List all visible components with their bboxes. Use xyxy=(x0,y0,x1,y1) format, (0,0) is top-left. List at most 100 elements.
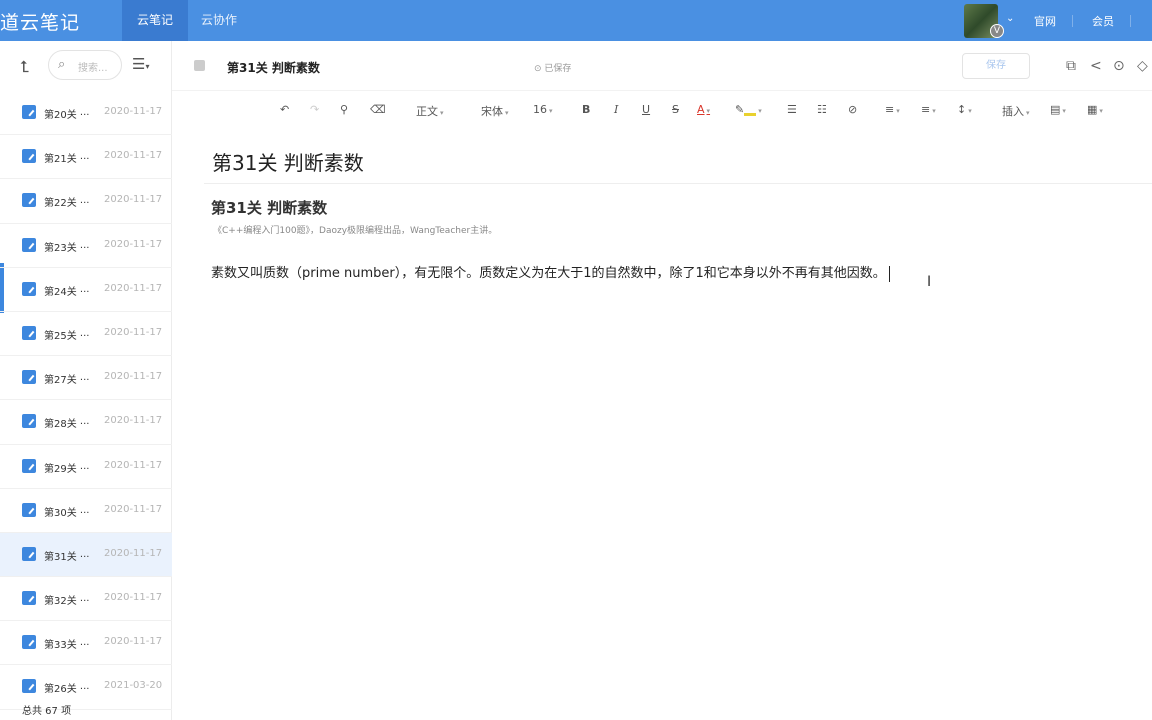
search-input[interactable]: ⌕ 搜索... xyxy=(48,50,122,80)
paragraph-style-value: 正文 xyxy=(416,105,438,118)
list-item[interactable]: 第21关 ··· 2020-11-17 xyxy=(0,135,172,180)
line-height-icon[interactable]: ↕ ▾ xyxy=(957,103,972,116)
menu-icon[interactable]: ☰▾ xyxy=(132,55,149,73)
bullet-list-icon[interactable]: ☰ xyxy=(787,103,797,116)
list-item[interactable]: 第25关 ··· 2020-11-17 xyxy=(0,312,172,357)
note-title: 第20关 ··· xyxy=(44,110,90,121)
note-icon xyxy=(22,414,36,429)
insert-menu[interactable]: 插入 ▾ xyxy=(1002,103,1030,119)
top-bar: 道云笔记 云笔记 云协作 V ⌄ 官网 会员 xyxy=(0,0,1152,41)
document-paragraph[interactable]: 素数又叫质数（prime number），有无限个。质数定义为在大于1的自然数中… xyxy=(211,262,890,282)
title-divider xyxy=(204,183,1152,184)
ibeam-cursor-icon: I xyxy=(927,274,932,290)
list-item[interactable]: 第32关 ··· 2020-11-17 xyxy=(0,577,172,622)
note-list: 第20关 ··· 2020-11-17 第21关 ··· 2020-11-17 第22关… xyxy=(0,91,172,710)
divider xyxy=(1072,15,1073,27)
format-painter-icon[interactable]: ⚲ xyxy=(340,103,348,116)
note-title: 第22关 ··· xyxy=(44,198,90,210)
note-icon xyxy=(22,502,36,517)
highlight-color-button[interactable]: ✎ ▾ xyxy=(735,103,762,116)
highlighter-icon: ✎ xyxy=(735,103,745,116)
note-date: 2020-11-17 xyxy=(104,459,163,471)
font-family-select[interactable]: 宋体 ▾ xyxy=(481,103,509,119)
table-icon[interactable]: ▦ ▾ xyxy=(1087,103,1103,116)
tag-icon[interactable]: ◇ xyxy=(1137,58,1148,74)
tab-cloud-notes[interactable]: 云笔记 xyxy=(122,0,189,41)
list-item[interactable]: 第20关 ··· 2020-11-17 xyxy=(0,91,172,136)
list-item[interactable]: 第24关 ··· 2020-11-17 xyxy=(0,268,172,312)
chevron-down-icon[interactable]: ⌄ xyxy=(1006,13,1014,24)
font-size-value: 16 xyxy=(533,103,547,116)
sidebar-toolbar: ⮤ ⌕ 搜索... ☰▾ xyxy=(0,41,172,91)
list-item[interactable]: 第31关 ··· 2020-11-17 xyxy=(0,532,172,578)
note-title: 第31关 ··· xyxy=(44,551,90,563)
share-icon[interactable]: < xyxy=(1090,58,1102,74)
font-color-label: A xyxy=(697,103,705,116)
document-title[interactable]: 第31关 判断素数 xyxy=(212,147,364,176)
note-date: 2020-11-17 xyxy=(104,592,163,604)
tab-cloud-collab[interactable]: 云协作 xyxy=(186,0,252,41)
note-title: 第21关 ··· xyxy=(44,154,90,166)
note-title: 第27关 ··· xyxy=(44,375,90,387)
note-title: 第29关 ··· xyxy=(44,463,90,475)
list-item[interactable]: 第27关 ··· 2020-11-17 xyxy=(0,356,172,401)
note-title: 第25关 ··· xyxy=(44,330,90,342)
list-item[interactable]: 第33关 ··· 2020-11-17 xyxy=(0,621,172,666)
note-icon xyxy=(22,237,36,252)
document-subtitle[interactable]: 《C++编程入门100题》，Daozy极限编程出品，WangTeacher主讲。 xyxy=(213,223,497,236)
template-icon[interactable]: ▤ ▾ xyxy=(1050,103,1066,116)
insert-menu-label: 插入 xyxy=(1002,105,1024,118)
list-item[interactable]: 第29关 ··· 2020-11-17 xyxy=(0,445,172,489)
note-icon xyxy=(22,546,36,561)
list-item[interactable]: 第22关 ··· 2020-11-17 xyxy=(0,179,172,224)
search-placeholder: 搜索... xyxy=(78,63,108,74)
align-icon[interactable]: ≡ ▾ xyxy=(885,103,900,116)
vip-badge: V xyxy=(990,24,1004,38)
note-title: 第26关 ··· xyxy=(44,684,90,696)
font-size-select[interactable]: 16 ▾ xyxy=(533,103,553,116)
strikethrough-button[interactable]: S xyxy=(672,103,679,116)
note-icon xyxy=(22,193,36,208)
font-color-button[interactable]: A ▾ xyxy=(697,103,710,116)
document-title-field[interactable]: 第31关 判断素数 xyxy=(227,59,320,76)
paragraph-style-select[interactable]: 正文 ▾ xyxy=(416,103,444,119)
note-date: 2020-11-17 xyxy=(104,415,163,427)
saved-status: ⊙ 已保存 xyxy=(534,64,572,74)
note-date: 2020-11-17 xyxy=(104,194,163,206)
note-date: 2020-11-17 xyxy=(104,150,163,162)
note-icon xyxy=(22,149,36,164)
list-item[interactable]: 第30关 ··· 2020-11-17 xyxy=(0,489,172,533)
redo-icon[interactable]: ↷ xyxy=(310,103,319,116)
official-site-link[interactable]: 官网 xyxy=(1034,13,1056,29)
bold-button[interactable]: B xyxy=(582,103,590,116)
up-arrow-icon[interactable]: ⮤ xyxy=(20,57,29,77)
font-family-value: 宋体 xyxy=(481,105,503,118)
note-title: 第23关 ··· xyxy=(44,242,90,254)
underline-button[interactable]: U xyxy=(642,103,650,116)
checklist-icon[interactable]: ⊘ xyxy=(848,103,857,116)
document-icon xyxy=(194,60,205,71)
note-sidebar: ⮤ ⌕ 搜索... ☰▾ 第20关 ··· 2020-11-17 第21关 ··· 2… xyxy=(0,41,172,720)
note-title: 第33关 ··· xyxy=(44,640,90,652)
note-date: 2020-11-17 xyxy=(104,282,163,294)
note-icon xyxy=(22,635,36,650)
copy-icon[interactable]: ⧉ xyxy=(1066,58,1076,74)
note-date: 2020-11-17 xyxy=(104,547,163,559)
list-item[interactable]: 第23关 ··· 2020-11-17 xyxy=(0,224,172,268)
undo-icon[interactable]: ↶ xyxy=(280,103,289,116)
text-cursor xyxy=(888,265,890,282)
document-heading[interactable]: 第31关 判断素数 xyxy=(211,197,327,218)
note-date: 2020-11-17 xyxy=(104,636,163,648)
save-button[interactable]: 保存 xyxy=(962,53,1030,79)
note-date: 2020-11-17 xyxy=(104,503,163,515)
italic-button[interactable]: I xyxy=(614,103,618,116)
note-icon xyxy=(22,591,36,606)
play-icon[interactable]: ⊙ xyxy=(1113,58,1125,74)
note-icon xyxy=(22,679,36,694)
clear-format-icon[interactable]: ⌫ xyxy=(370,103,386,116)
paragraph-text[interactable]: 素数又叫质数（prime number），有无限个。质数定义为在大于1的自然数中… xyxy=(211,266,886,281)
numbered-list-icon[interactable]: ☷ xyxy=(817,103,827,116)
indent-icon[interactable]: ≡ ▾ xyxy=(921,103,936,116)
list-item[interactable]: 第28关 ··· 2020-11-17 xyxy=(0,400,172,445)
member-link[interactable]: 会员 xyxy=(1092,13,1114,29)
